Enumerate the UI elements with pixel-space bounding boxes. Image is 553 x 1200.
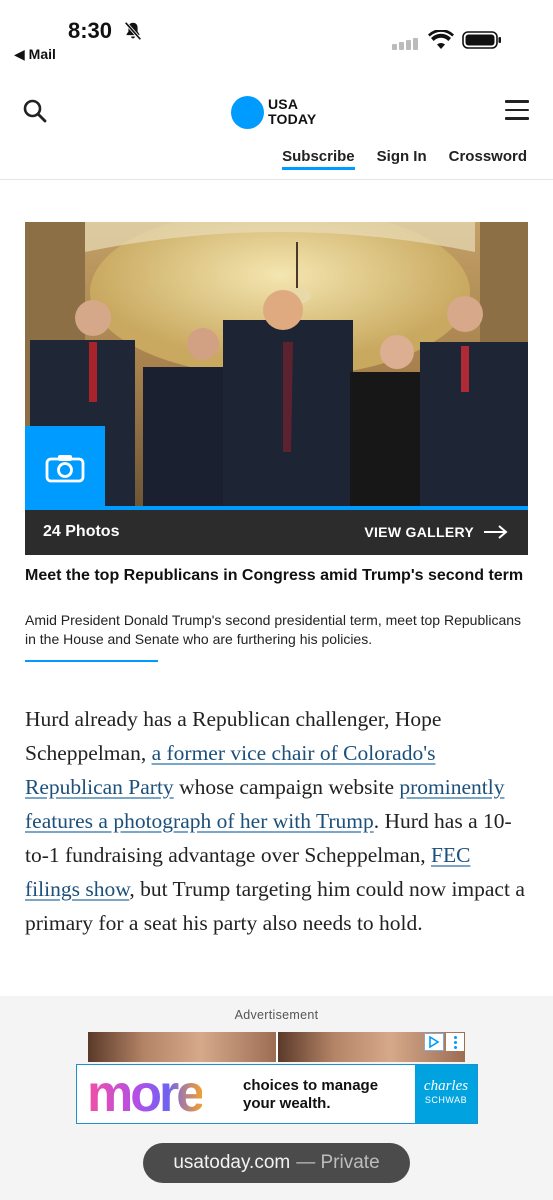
logo-dot-icon	[231, 95, 264, 129]
ad-text-line-1: choices to manage	[243, 1077, 379, 1094]
logo-line-2: TODAY	[268, 111, 317, 127]
ad-banner[interactable]: more choices to manage your wealth. char…	[76, 1064, 478, 1124]
ad-brand-line-2: SCHWAB	[424, 1095, 468, 1105]
battery-icon	[462, 31, 501, 49]
site-header: USA TODAY Subscribe Sign In Crossword	[0, 78, 553, 180]
hamburger-menu-icon[interactable]	[505, 100, 529, 120]
header-nav: Subscribe Sign In Crossword	[282, 148, 527, 170]
gallery-bar[interactable]: 24 Photos VIEW GALLERY	[25, 510, 528, 555]
url-bar[interactable]: usatoday.com — Private	[143, 1143, 410, 1183]
url-domain: usatoday.com	[173, 1152, 291, 1173]
nav-sign-in[interactable]: Sign In	[377, 148, 427, 170]
nav-crossword[interactable]: Crossword	[449, 148, 527, 170]
wifi-icon	[428, 30, 454, 49]
nav-subscribe[interactable]: Subscribe	[282, 148, 355, 170]
signal-icon	[392, 38, 418, 50]
advertisement-zone: Advertisement more choices to manage you…	[0, 996, 553, 1132]
ad-more-options-icon[interactable]	[446, 1033, 464, 1051]
status-bar: 8:30 ◀ Mail	[0, 0, 553, 70]
gallery-caption: Amid President Donald Trump's second pre…	[25, 612, 522, 647]
logo-line-1: USA	[268, 96, 299, 112]
search-icon[interactable]	[22, 98, 48, 124]
ad-image-strip[interactable]	[88, 1032, 465, 1062]
ad-text: choices to manage your wealth.	[243, 1077, 378, 1113]
status-time: 8:30	[68, 18, 113, 43]
ad-choices-icon[interactable]	[424, 1033, 444, 1051]
photo-count: 24 Photos	[43, 523, 120, 540]
ad-headline: more	[87, 1065, 205, 1123]
article-paragraph: Hurd already has a Republican challenger…	[25, 702, 530, 940]
ad-image[interactable]	[88, 1032, 276, 1062]
article-text: whose campaign website	[173, 775, 400, 799]
ad-brand-line-1: charles	[423, 1078, 469, 1094]
gallery-divider	[25, 660, 158, 662]
logo-text: USA TODAY	[268, 97, 316, 127]
advertisement-label: Advertisement	[234, 1008, 319, 1022]
bell-muted-icon	[124, 21, 142, 41]
back-to-mail-link[interactable]: ◀ Mail	[14, 46, 56, 63]
arrow-right-icon	[484, 525, 508, 539]
view-gallery-button[interactable]: VIEW GALLERY	[364, 524, 508, 540]
view-gallery-label: VIEW GALLERY	[364, 524, 474, 540]
ad-text-line-2: your wealth.	[243, 1095, 331, 1112]
gallery-title[interactable]: Meet the top Republicans in Congress ami…	[25, 566, 528, 586]
camera-icon	[25, 426, 105, 510]
usa-today-logo[interactable]: USA TODAY	[231, 95, 316, 129]
ad-brand-logo: charles SCHWAB	[415, 1065, 477, 1123]
url-private-mode: — Private	[296, 1152, 380, 1173]
photo-gallery-card[interactable]: 24 Photos VIEW GALLERY	[25, 222, 528, 555]
